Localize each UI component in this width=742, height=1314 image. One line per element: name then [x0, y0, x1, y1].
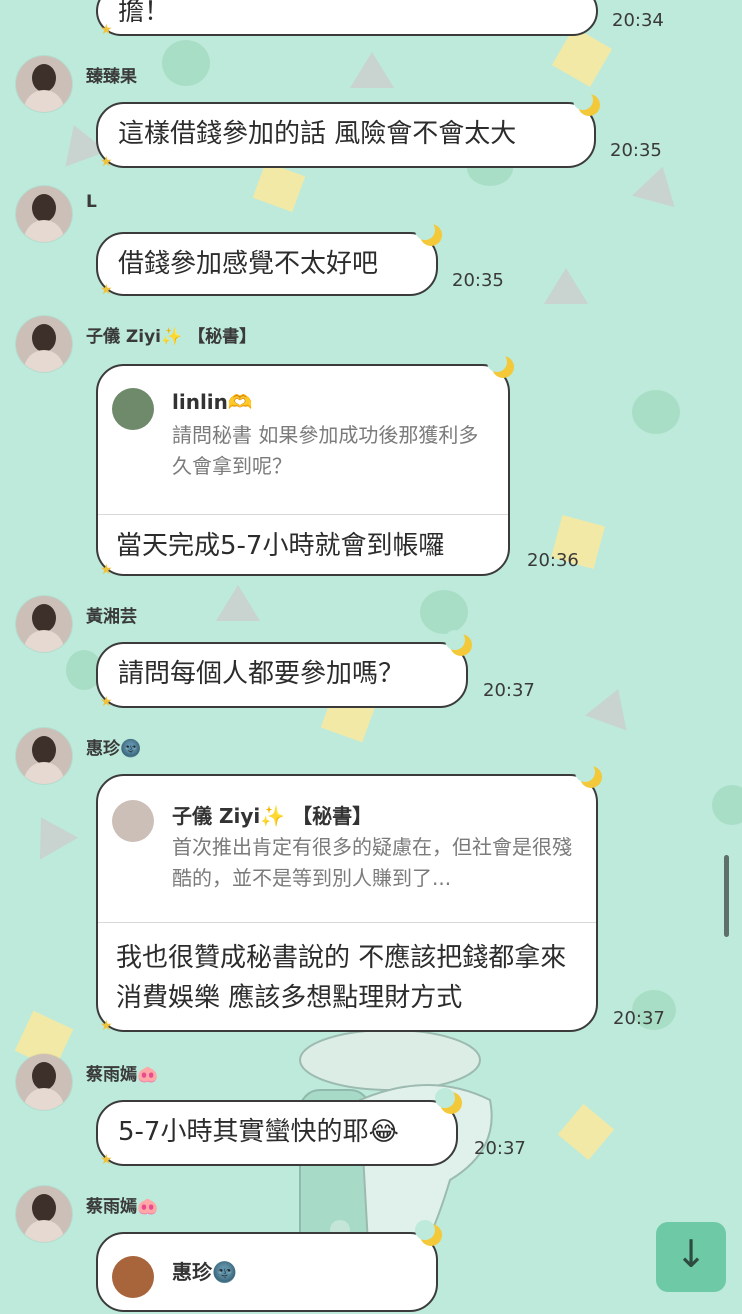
message-bubble[interactable]: 請問每個人都要參加嗎？ ★ [96, 630, 472, 710]
star-decoration-icon: ★ [100, 1018, 113, 1034]
message-text: 請問每個人都要參加嗎？ [118, 659, 405, 689]
quoted-message[interactable]: 子儀 Ziyi✨ 【秘書】 首次推出肯定有很多的疑慮在，但社會是很殘酷的，並不是… [98, 776, 596, 923]
sender-name: 蔡雨嫣🐽 [86, 1065, 159, 1085]
quoted-message[interactable]: linlin🫶 請問秘書 如果參加成功後那獲利多久會拿到呢？ [98, 366, 508, 515]
quoted-avatar [112, 388, 154, 430]
message-bubble[interactable]: 擔！ ★ [96, 0, 598, 38]
avatar[interactable] [16, 596, 72, 652]
bg-circle [420, 590, 468, 634]
message-time: 20:37 [474, 1138, 526, 1159]
message-bubble[interactable]: 借錢參加感覺不太好吧 ★ [96, 220, 442, 298]
bg-triangle [21, 806, 79, 860]
quoted-avatar [112, 1256, 154, 1298]
bg-circle [632, 390, 680, 434]
message-time: 20:35 [452, 270, 504, 291]
sender-name: 臻臻果 [86, 67, 137, 87]
message-time: 20:34 [612, 10, 664, 31]
message-time: 20:36 [527, 550, 579, 571]
bg-triangle [544, 268, 588, 304]
message-time: 20:37 [613, 1008, 665, 1029]
bg-triangle [216, 585, 260, 621]
sender-name: L [86, 192, 97, 212]
message-text: 借錢參加感覺不太好吧 [118, 249, 379, 279]
moon-decoration-icon [573, 90, 600, 116]
avatar[interactable] [16, 1186, 72, 1242]
moon-decoration-icon [415, 220, 442, 246]
star-decoration-icon: ★ [100, 562, 113, 578]
moon-decoration-icon [575, 762, 602, 788]
sender-name: 黃湘芸 [86, 607, 137, 627]
sender-name: 子儀 Ziyi✨ 【秘書】 [86, 327, 257, 347]
quoted-text: 請問秘書 如果參加成功後那獲利多久會拿到呢？ [172, 423, 479, 478]
moon-decoration-icon [435, 1088, 462, 1114]
quoted-text: 首次推出肯定有很多的疑慮在，但社會是很殘酷的，並不是等到別人賺到了... [172, 835, 572, 890]
star-decoration-icon: ★ [100, 694, 113, 710]
reply-bubble[interactable]: 子儀 Ziyi✨ 【秘書】 首次推出肯定有很多的疑慮在，但社會是很殘酷的，並不是… [96, 762, 602, 1034]
bg-circle [162, 40, 210, 86]
bg-circle [712, 785, 742, 825]
bg-triangle [585, 681, 639, 731]
chat-screen: { "messages": [ {"text": "擔！", "time": "… [0, 0, 742, 1312]
avatar[interactable] [16, 316, 72, 372]
message-text: 這樣借錢參加的話 風險會不會太大 [118, 119, 517, 149]
message-time: 20:37 [483, 680, 535, 701]
sender-name: 惠珍🌚 [86, 739, 142, 759]
bg-square [252, 161, 306, 213]
quoted-message[interactable]: 惠珍🌚 [98, 1234, 436, 1314]
moon-decoration-icon [487, 352, 514, 378]
scroll-to-bottom-button[interactable]: ↓ [656, 1222, 726, 1292]
reply-bubble[interactable]: linlin🫶 請問秘書 如果參加成功後那獲利多久會拿到呢？ 當天完成5-7小時… [96, 352, 514, 578]
avatar[interactable] [16, 1054, 72, 1110]
avatar[interactable] [16, 186, 72, 242]
bg-triangle [632, 160, 684, 208]
quoted-avatar [112, 800, 154, 842]
arrow-down-icon: ↓ [675, 1232, 707, 1276]
moon-decoration-icon [415, 1220, 442, 1246]
message-bubble[interactable]: 5-7小時其實蠻快的耶😂 ★ [96, 1088, 462, 1168]
bg-triangle [350, 52, 394, 88]
message-text: 當天完成5-7小時就會到帳囉 [116, 531, 445, 561]
avatar[interactable] [16, 56, 72, 112]
message-time: 20:35 [610, 140, 662, 161]
quoted-sender-name: linlin🫶 [172, 390, 253, 414]
moon-decoration-icon [445, 630, 472, 656]
star-decoration-icon: ★ [100, 22, 113, 38]
reply-bubble[interactable]: 惠珍🌚 [96, 1220, 442, 1314]
star-decoration-icon: ★ [100, 154, 113, 170]
message-bubble[interactable]: 這樣借錢參加的話 風險會不會太大 ★ [96, 90, 600, 170]
star-decoration-icon: ★ [100, 282, 113, 298]
message-text: 5-7小時其實蠻快的耶😂 [118, 1117, 399, 1147]
quoted-sender-name: 子儀 Ziyi✨ 【秘書】 [172, 804, 373, 828]
quoted-sender-name: 惠珍🌚 [172, 1260, 237, 1284]
message-text: 擔！ [118, 0, 171, 27]
star-decoration-icon: ★ [100, 1152, 113, 1168]
message-text: 我也很贊成秘書說的 不應該把錢都拿來消費娛樂 應該多想點理財方式 [116, 943, 567, 1013]
bg-square [557, 1103, 615, 1161]
scrollbar[interactable] [724, 855, 729, 937]
sender-name: 蔡雨嫣🐽 [86, 1197, 159, 1217]
avatar[interactable] [16, 728, 72, 784]
